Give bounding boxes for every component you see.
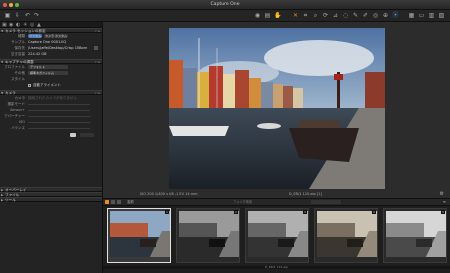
rotate-icon[interactable]: ⟳: [322, 12, 329, 19]
redo-icon[interactable]: ↷: [33, 12, 40, 19]
sort-select[interactable]: 名前: [127, 199, 134, 205]
free-space-row: 空き容量 224.42 GB: [11, 52, 47, 56]
thumbnail-3[interactable]: 3: [245, 208, 309, 263]
filmstrip-view-icon[interactable]: [117, 200, 121, 204]
capture-one-window: Capture One ▣ ⇩ ↶ ↷ ◉ ▤ ✋ ✕ ⌗ ⌕ ⟳ ⊿ ◌ ✎ …: [0, 0, 450, 273]
capture-icon[interactable]: ◉: [254, 12, 261, 19]
image-browser: 1 2 3 4 5 D_ER/1 115.eip: [103, 206, 450, 273]
main-toolbar: ▣ ⇩ ↶ ↷ ◉ ▤ ✋ ✕ ⌗ ⌕ ⟳ ⊿ ◌ ✎ ✐ ◎ ⊕ ⦿ ▦ ▭ …: [0, 10, 450, 22]
crop-icon[interactable]: ⌗: [302, 12, 309, 19]
thumbnail-5[interactable]: 5: [383, 208, 447, 263]
sensor-slider[interactable]: [28, 109, 90, 111]
mask-icon[interactable]: ✐: [362, 12, 369, 19]
keystone-icon[interactable]: ⊿: [332, 12, 339, 19]
grid-view-icon[interactable]: [105, 200, 109, 204]
layout-icon[interactable]: ▭: [418, 12, 425, 19]
browser-toolbar: 名前 フォルダ検索 ≡: [103, 198, 450, 206]
thumbnail-1[interactable]: 1: [107, 208, 171, 263]
collapsed-sections: ▶ オーバーレイ ▶ ファイル ▶ ツール: [0, 187, 102, 202]
share-icon[interactable]: ▧: [438, 12, 445, 19]
zoom-icon[interactable]: ⌕: [312, 12, 319, 19]
browser-scrollbar[interactable]: D_ER/1 115.eip: [103, 266, 450, 269]
profile-select[interactable]: デフォルト: [28, 65, 68, 69]
aperture-slider[interactable]: [28, 115, 90, 117]
camera-icon[interactable]: ▣: [4, 12, 11, 19]
grid-icon[interactable]: ▦: [408, 12, 415, 19]
title-bar: Capture One: [0, 0, 450, 10]
color-icon[interactable]: ⊕: [382, 12, 389, 19]
viewer-filename: D_ER/1 115.eip [1]: [289, 192, 322, 196]
camera-buttons-row: [0, 131, 102, 139]
browser-search-field[interactable]: フォルダ検索: [233, 199, 252, 205]
adjust-icon[interactable]: ▤: [264, 12, 271, 19]
search-input[interactable]: [311, 200, 341, 204]
style-select[interactable]: 標準ネガフィルム: [28, 71, 68, 75]
import-icon[interactable]: ⇩: [14, 12, 21, 19]
folder-icon[interactable]: [94, 46, 98, 50]
erase-icon[interactable]: ◎: [372, 12, 379, 19]
undo-icon[interactable]: ↶: [24, 12, 31, 19]
exif-readout: ISO 200 1/400 s f/8 -1 EV 14 mm: [140, 192, 198, 196]
cursor-icon[interactable]: ✕: [292, 12, 299, 19]
capture-button[interactable]: [70, 133, 76, 137]
tool-panel: ▣ ◉ ◐ ☀ ◎ ▲ ▼ カメラ セッションの設定 ? ≡ 種類 カスタム カメ…: [0, 22, 103, 273]
format-camera-button[interactable]: カメラ カスタム: [44, 34, 68, 38]
view-icon[interactable]: ⦿: [392, 12, 399, 19]
autofocus-button[interactable]: [80, 133, 94, 137]
print-icon[interactable]: ▥: [428, 12, 435, 19]
viewer-settings-icon[interactable]: ⚙: [440, 190, 444, 198]
list-view-icon[interactable]: [111, 200, 115, 204]
mode-slider[interactable]: [28, 103, 90, 105]
spot-icon[interactable]: ◌: [342, 12, 349, 19]
filter-icon[interactable]: ≡: [443, 199, 446, 205]
balance-slider[interactable]: [28, 127, 90, 129]
browser-status: D_ER/1 115.eip: [265, 265, 288, 269]
auto-align-row: 自動アライメント: [0, 82, 102, 88]
window-title: Capture One: [210, 2, 240, 7]
auto-align-checkbox[interactable]: [28, 83, 31, 87]
section-tools[interactable]: ▶ ツール: [0, 197, 102, 202]
thumbnail-2[interactable]: 2: [176, 208, 240, 263]
viewer-info-bar: ISO 200 1/400 s f/8 -1 EV 14 mm D_ER/1 1…: [103, 190, 450, 198]
image-viewer[interactable]: ISO 200 1/400 s f/8 -1 EV 14 mm D_ER/1 1…: [103, 22, 450, 198]
picker-icon[interactable]: ✎: [352, 12, 359, 19]
thumbnail-4[interactable]: 4: [314, 208, 378, 263]
pan-icon[interactable]: ✋: [274, 12, 281, 19]
format-custom-button[interactable]: カスタム: [28, 34, 42, 38]
iso-slider[interactable]: [28, 121, 90, 123]
main-photo[interactable]: [169, 28, 385, 189]
